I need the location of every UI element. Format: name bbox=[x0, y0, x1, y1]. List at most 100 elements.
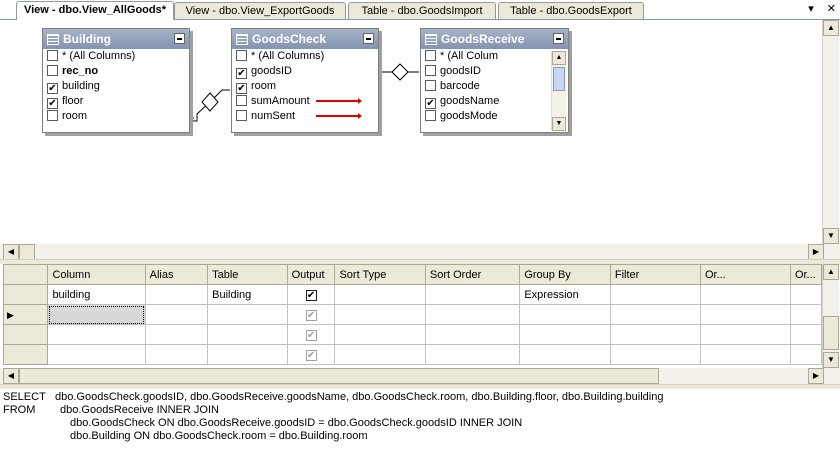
checked-checkbox[interactable]: ✔ bbox=[236, 83, 247, 94]
header-output[interactable]: Output bbox=[286, 264, 336, 285]
table-box-building[interactable]: Building * (All Columns) rec_no ✔ building ✔… bbox=[42, 28, 190, 133]
checkbox[interactable] bbox=[425, 110, 436, 121]
scroll-right-icon[interactable]: ▶ bbox=[808, 244, 824, 260]
header-sort-order[interactable]: Sort Order bbox=[424, 264, 521, 285]
cell-filter[interactable] bbox=[609, 304, 701, 325]
table-title-goodsreceive[interactable]: GoodsReceive bbox=[421, 29, 568, 49]
column-row[interactable]: rec_no bbox=[43, 64, 189, 79]
cell-or-2[interactable] bbox=[789, 324, 823, 345]
cell-output[interactable]: ✔ bbox=[286, 304, 336, 325]
checked-checkbox[interactable]: ✔ bbox=[47, 98, 58, 109]
column-row[interactable]: ✔ building bbox=[43, 79, 189, 94]
cell-column[interactable] bbox=[47, 304, 146, 325]
scroll-thumb[interactable] bbox=[19, 368, 659, 384]
cell-filter[interactable] bbox=[609, 284, 701, 305]
cell-column[interactable] bbox=[47, 324, 146, 345]
cell-table[interactable] bbox=[207, 344, 288, 365]
column-row[interactable]: * (All Colum bbox=[421, 49, 568, 64]
cell-or-1[interactable] bbox=[699, 304, 791, 325]
scroll-up-icon[interactable]: ▲ bbox=[552, 51, 566, 65]
table-row[interactable]: ▶ ✔ bbox=[2, 304, 823, 325]
tab-table-goodsimport[interactable]: Table - dbo.GoodsImport bbox=[348, 2, 496, 19]
output-checkbox[interactable]: ✔ bbox=[305, 349, 317, 361]
table-row[interactable]: ✔ bbox=[2, 344, 823, 365]
close-icon[interactable]: ✕ bbox=[827, 3, 836, 15]
cell-alias[interactable] bbox=[144, 304, 209, 325]
table-row[interactable]: building Building ✔ Expression bbox=[2, 284, 823, 305]
cell-output[interactable]: ✔ bbox=[286, 284, 336, 305]
table-scrollbar[interactable]: ▲ ▼ bbox=[551, 51, 566, 131]
row-header[interactable] bbox=[2, 324, 49, 345]
column-row[interactable]: goodsID bbox=[421, 64, 568, 79]
cell-or-1[interactable] bbox=[699, 284, 791, 305]
header-filter[interactable]: Filter bbox=[609, 264, 701, 285]
criteria-table[interactable]: Column Alias Table Output Sort Type Sort… bbox=[2, 264, 823, 365]
column-row[interactable]: ✔ floor bbox=[43, 94, 189, 109]
column-row[interactable]: * (All Columns) bbox=[43, 49, 189, 64]
cell-filter[interactable] bbox=[609, 324, 701, 345]
column-row[interactable]: ✔ goodsName bbox=[421, 94, 568, 109]
cell-sort-type[interactable] bbox=[334, 284, 426, 305]
cell-sort-order[interactable] bbox=[424, 344, 521, 365]
cell-sort-order[interactable] bbox=[424, 284, 521, 305]
diagram-pane[interactable]: Building * (All Columns) rec_no ✔ building ✔… bbox=[0, 20, 839, 244]
tab-dropdown-icon[interactable]: ▾ bbox=[808, 3, 814, 15]
checked-checkbox[interactable]: ✔ bbox=[47, 83, 58, 94]
header-sort-type[interactable]: Sort Type bbox=[334, 264, 426, 285]
cell-sort-type[interactable] bbox=[334, 344, 426, 365]
scroll-thumb[interactable] bbox=[553, 67, 565, 91]
tab-table-goodsexport[interactable]: Table - dbo.GoodsExport bbox=[498, 2, 644, 19]
column-row[interactable]: numSent bbox=[232, 109, 378, 124]
table-box-goodscheck[interactable]: GoodsCheck * (All Columns) ✔ goodsID ✔ room s… bbox=[231, 28, 379, 133]
checkbox[interactable] bbox=[236, 50, 247, 61]
cell-alias[interactable] bbox=[144, 284, 209, 305]
cell-output[interactable]: ✔ bbox=[286, 324, 336, 345]
tab-view-exportgoods[interactable]: View - dbo.View_ExportGoods bbox=[174, 2, 346, 19]
cell-group-by[interactable]: Expression bbox=[519, 284, 611, 305]
header-group-by[interactable]: Group By bbox=[519, 264, 611, 285]
cell-alias[interactable] bbox=[144, 324, 209, 345]
tab-view-allgoods[interactable]: View - dbo.View_AllGoods* bbox=[16, 1, 174, 20]
cell-or-2[interactable] bbox=[789, 284, 823, 305]
output-checkbox[interactable]: ✔ bbox=[305, 309, 317, 321]
checkbox[interactable] bbox=[425, 65, 436, 76]
table-title-goodscheck[interactable]: GoodsCheck bbox=[232, 29, 378, 49]
grid-vertical-scrollbar[interactable]: ▲ ▼ bbox=[822, 264, 839, 368]
cell-column[interactable]: building bbox=[47, 284, 146, 305]
output-checkbox[interactable]: ✔ bbox=[305, 289, 317, 301]
cell-or-1[interactable] bbox=[699, 324, 791, 345]
cell-sort-type[interactable] bbox=[334, 304, 426, 325]
column-row[interactable]: barcode bbox=[421, 79, 568, 94]
output-checkbox[interactable]: ✔ bbox=[305, 329, 317, 341]
table-box-goodsreceive[interactable]: GoodsReceive * (All Colum goodsID barcode ✔… bbox=[420, 28, 569, 133]
checkbox[interactable] bbox=[425, 80, 436, 91]
scroll-thumb[interactable] bbox=[19, 244, 35, 260]
checkbox[interactable] bbox=[47, 50, 58, 61]
row-header[interactable] bbox=[2, 344, 49, 365]
cell-column[interactable] bbox=[47, 344, 146, 365]
sql-pane[interactable]: SELECT dbo.GoodsCheck.goodsID, dbo.Goods… bbox=[0, 389, 840, 453]
header-or-2[interactable]: Or... bbox=[789, 264, 823, 285]
cell-group-by[interactable] bbox=[519, 344, 611, 365]
table-row[interactable]: ✔ bbox=[2, 324, 823, 345]
scroll-down-icon[interactable]: ▼ bbox=[552, 117, 566, 131]
header-column[interactable]: Column bbox=[47, 264, 146, 285]
cell-filter[interactable] bbox=[609, 344, 701, 365]
checked-checkbox[interactable]: ✔ bbox=[425, 98, 436, 109]
column-row[interactable]: * (All Columns) bbox=[232, 49, 378, 64]
scroll-left-icon[interactable]: ◀ bbox=[3, 244, 19, 260]
scroll-up-icon[interactable]: ▲ bbox=[823, 264, 839, 280]
checkbox[interactable] bbox=[47, 65, 58, 76]
scroll-right-icon[interactable]: ▶ bbox=[808, 368, 824, 384]
column-row[interactable]: ✔ room bbox=[232, 79, 378, 94]
cell-or-2[interactable] bbox=[789, 304, 823, 325]
minimize-icon[interactable] bbox=[363, 33, 374, 44]
diagram-horizontal-scrollbar[interactable]: ◀ ▶ bbox=[0, 244, 840, 260]
cell-table[interactable] bbox=[207, 324, 288, 345]
cell-sort-type[interactable] bbox=[334, 324, 426, 345]
row-header[interactable]: ▶ bbox=[2, 304, 49, 325]
header-table[interactable]: Table bbox=[207, 264, 288, 285]
header-or-1[interactable]: Or... bbox=[699, 264, 791, 285]
cell-sort-order[interactable] bbox=[424, 324, 521, 345]
row-header[interactable] bbox=[2, 284, 49, 305]
